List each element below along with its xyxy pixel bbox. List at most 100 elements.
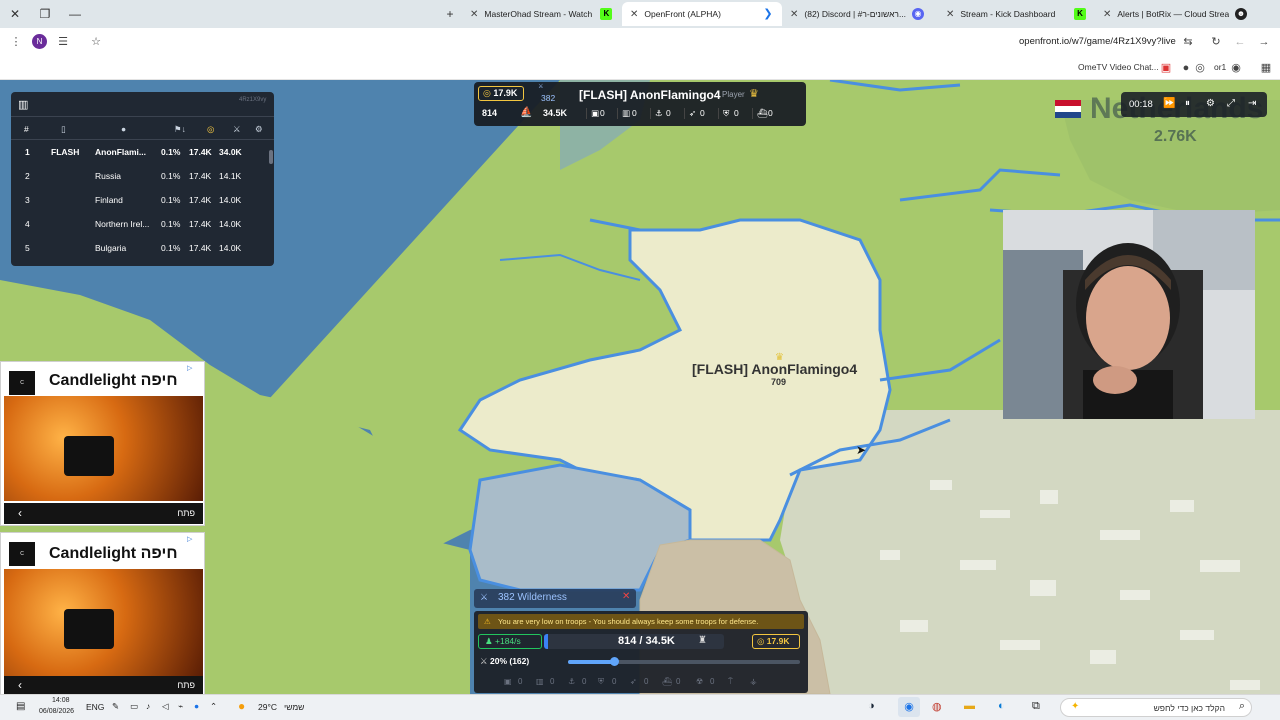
steam-icon[interactable]: ◑ [868,700,875,712]
network-icon[interactable]: ⌁ [178,701,183,712]
fast-forward-icon[interactable]: ⏩ [1163,98,1175,109]
stats-icon[interactable]: ▥ [18,98,32,112]
bookmark-star-icon[interactable]: ☆ [88,34,104,50]
tab-kick-dashboard[interactable]: ✕ Stream - Kick Dashboard K [938,2,1094,26]
close-tab-icon[interactable]: ✕ [470,9,478,20]
tab-openfront[interactable]: ✕ OpenFront (ALPHA) ❯ [622,2,782,26]
warship-build-icon[interactable]: ⛴ [662,677,672,686]
player-map-label: [FLASH] AnonFlamingo4 [692,361,858,377]
tab-botrix[interactable]: ✕ Alerts | BotRix — Cloud Stream ☻ [1095,2,1255,26]
profile-avatar[interactable]: N [32,34,47,49]
tab-discord[interactable]: ✕ (82) Discord | #ראשונים-ר... ◉ [782,2,937,26]
close-tab-icon[interactable]: ✕ [630,9,638,20]
ad-banner[interactable]: C ▷ Candlelight חיפה ‹ פתח [0,532,205,697]
kick-icon: K [600,8,613,20]
gold-header-icon[interactable]: ◎ [207,117,214,141]
menu-dots-icon[interactable]: ⋮ [8,34,24,50]
leaderboard-scrollbar[interactable] [269,150,273,164]
troops-header-icon[interactable]: ⚔ [233,117,241,141]
ad-banner[interactable]: C ▷ Candlelight חיפה ‹ פתח [0,361,205,526]
shield-icon[interactable]: ● [194,701,199,711]
site-settings-icon[interactable]: ⇆ [1180,34,1196,50]
weather-text: שמשי [284,702,305,712]
tab-masterohad[interactable]: ✕ MasterOhad Stream - Watch Li K [462,2,622,26]
nuke-build-icon[interactable]: ☢ [696,677,703,686]
globe-icon[interactable]: ◉ [1228,60,1244,76]
gold-cell: 17.4K [189,195,212,205]
port-build-icon[interactable]: ⚓ [568,677,575,686]
minimize-window-icon[interactable]: — [66,5,84,23]
ad-open-button[interactable]: פתח [177,680,195,690]
troops-bar-fill [544,634,549,649]
settings-icon[interactable]: ⚙ [255,117,263,141]
forward-icon[interactable]: ← [1232,34,1248,50]
mirv-build-icon[interactable]: ⚶ [750,677,757,686]
city-build-icon[interactable]: ▣ [504,677,512,686]
attack-target-label: 382 Wilderness [498,592,567,603]
url-text[interactable]: openfront.io/w7/game/4Rz1X9vy?live [1019,36,1176,47]
cancel-attack-icon[interactable]: ✕ [622,591,630,602]
missile-build-icon[interactable]: ➶ [630,677,637,686]
close-tab-icon[interactable]: ✕ [1103,9,1111,20]
chevron-left-icon[interactable]: ‹ [18,506,22,520]
warning-icon: ⚠ [484,617,491,626]
task-view-icon[interactable]: ⧉ [1032,700,1040,713]
factory-build-icon[interactable]: ▥ [536,677,544,686]
file-explorer-icon[interactable]: ▬ [964,700,975,712]
exit-icon[interactable]: ⇥ [1248,98,1256,109]
ad-choices-icon[interactable]: ▷ [187,535,192,543]
windows-taskbar: ▤ 14:08 06/08/2026 ENG ✎ ▭ ♪ ◁ ⌁ ● ⌃ ● 2… [0,694,1280,720]
factory-count: 0 [632,108,637,118]
reload-icon[interactable]: ↻ [1208,34,1224,50]
obs-icon[interactable]: ◍ [932,700,942,713]
apps-grid-icon[interactable]: ▦ [1258,60,1274,76]
close-window-icon[interactable]: ✕ [6,5,24,23]
reading-list-icon[interactable]: ☰ [55,34,71,50]
pause-icon[interactable]: ⏸ [1185,98,1190,109]
notifications-icon[interactable]: ▤ [16,701,25,712]
leaderboard-row[interactable]: 2 Russia 0.1% 17.4K 14.1K [11,164,274,188]
new-tab-icon[interactable]: + [441,5,459,23]
back-icon[interactable]: → [1256,34,1272,50]
youtube-icon[interactable]: ▣ [1158,60,1174,76]
fullscreen-icon[interactable]: ⤢ [1227,98,1235,109]
leaderboard-row[interactable]: 1 FLASH AnonFlami... 0.1% 17.4K 34.0K [11,140,274,164]
microphone-icon[interactable]: ♪ [146,701,150,711]
pen-icon[interactable]: ✎ [112,701,119,712]
defense-build-icon[interactable]: ⛨ [598,677,604,687]
volume-icon[interactable]: ◁ [162,701,169,712]
ad-open-button[interactable]: פתח [177,508,195,518]
leaderboard-row[interactable]: 5 Bulgaria 0.1% 17.4K 14.0K [11,236,274,260]
leaderboard-row[interactable]: 4 Northern Irel... 0.1% 17.4K 14.0K [11,212,274,236]
rank-header[interactable]: # [24,117,29,141]
clan-header-icon[interactable]: ▯ [61,117,66,141]
bookmark-ometv[interactable]: OmeTV Video Chat... [1078,62,1159,72]
chrome-icon[interactable]: ◎ [1192,60,1208,76]
weather-temp[interactable]: 29°C [258,702,277,712]
language-indicator[interactable]: ENG [86,702,104,712]
clock-date[interactable]: 06/08/2026 [39,708,74,715]
attack-ratio-handle[interactable] [610,657,620,666]
leaderboard-row[interactable]: 3 Finland 0.1% 17.4K 14.0K [11,188,274,212]
chevron-left-icon[interactable]: ‹ [18,678,22,692]
close-tab-icon[interactable]: ✕ [946,9,954,20]
tab-bar: ✕ ❐ — + ✕ MasterOhad Stream - Watch Li K… [0,0,1280,28]
edge-icon[interactable]: ◐ [998,700,1005,712]
territory-header-icon[interactable]: ⚑↓ [174,117,186,141]
settings-icon[interactable]: ⚙ [1206,98,1215,109]
warship-build-count: 0 [676,677,681,686]
chrome-taskbar-icon[interactable]: ◉ [898,697,920,717]
gold-value: 17.9K [493,88,518,98]
display-icon[interactable]: ▭ [130,701,138,712]
player-header-icon[interactable]: ● [121,117,126,141]
chevron-up-icon[interactable]: ⌃ [210,701,217,712]
attack-ratio-slider[interactable] [568,657,800,666]
ad-choices-icon[interactable]: ▷ [187,364,192,372]
close-tab-icon[interactable]: ✕ [790,9,798,20]
clock-time[interactable]: 14:08 [52,697,70,704]
sam-build-icon[interactable]: ⍑ [728,677,733,687]
taskbar-search-box[interactable]: ✦ הקלד כאן כדי לחפש ⌕ [1060,698,1252,717]
bookmark-or1[interactable]: or1 [1214,62,1226,72]
restore-window-icon[interactable]: ❐ [36,5,54,23]
ad-image [4,569,203,676]
